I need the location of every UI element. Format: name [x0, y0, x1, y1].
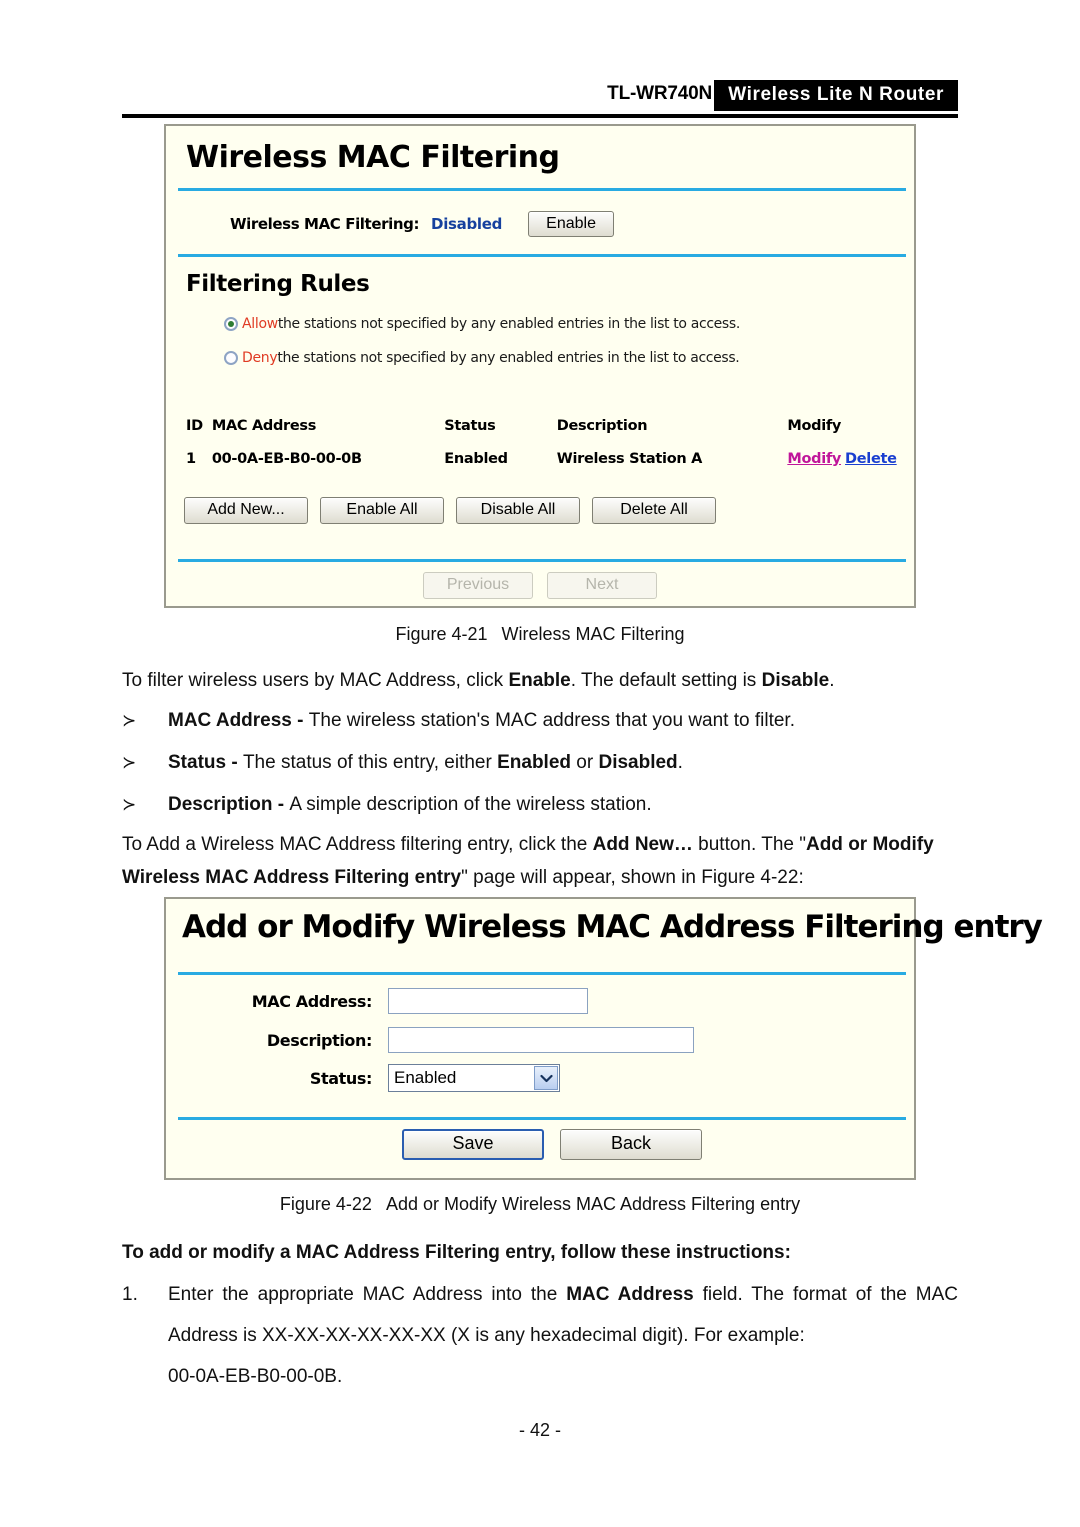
add-or-modify-mac-entry-panel: Add or Modify Wireless MAC Address Filte… [164, 897, 1043, 1180]
status-select-value: Enabled [394, 1068, 457, 1087]
chevron-down-icon[interactable] [534, 1066, 558, 1090]
description-field-row: Description: [166, 1027, 914, 1053]
disable-all-button[interactable]: Disable All [456, 497, 580, 524]
mac-address-input[interactable] [388, 988, 588, 1014]
panel-divider-bottom [178, 1117, 906, 1120]
router-model-label: TL-WR740N [607, 83, 712, 104]
cell-modify-actions: Modify Delete [787, 451, 898, 467]
cell-description: Wireless Station A [556, 451, 703, 467]
instructions-heading: To add or modify a MAC Address Filtering… [122, 1242, 791, 1263]
mac-address-field-row: MAC Address: [166, 988, 914, 1014]
figure-4-22-caption: Figure 4-22 Add or Modify Wireless MAC Ad… [0, 1194, 1080, 1215]
cell-id: 1 [186, 451, 196, 467]
figure-4-21-title: Wireless MAC Filtering [501, 624, 685, 644]
bullet-description: ≻ Description - A simple description of … [122, 784, 958, 825]
panel-divider-middle [178, 254, 906, 257]
figure-4-22-title: Add or Modify Wireless MAC Address Filte… [385, 1194, 801, 1214]
column-header-modify: Modify [787, 418, 842, 434]
filtering-rule-allow-row[interactable]: Allow the stations not specified by any … [224, 316, 740, 332]
previous-button[interactable]: Previous [423, 572, 533, 599]
back-button[interactable]: Back [560, 1129, 702, 1160]
table-header-row: ID MAC Address Status Description Modify [186, 410, 898, 442]
filtering-rule-allow-text: the stations not specified by any enable… [277, 316, 740, 332]
router-product-name-badge: Wireless Lite N Router [714, 80, 958, 111]
table-row: 1 00-0A-EB-B0-00-0B Enabled Wireless Sta… [186, 442, 898, 476]
description-field-label: Description: [266, 1030, 372, 1050]
modify-link[interactable]: Modify [787, 451, 841, 467]
bullet-status: ≻ Status - The status of this entry, eit… [122, 742, 958, 783]
figure-4-21-caption: Figure 4-21 Wireless MAC Filtering [0, 624, 1080, 645]
bullet-marker-icon: ≻ [122, 711, 137, 730]
header-divider-rule [122, 114, 958, 118]
column-header-id: ID [186, 418, 203, 434]
wireless-mac-filtering-status-value: Disabled [431, 215, 503, 233]
bullet-mac-address-text: MAC Address - The wireless station's MAC… [168, 710, 795, 731]
intro-p1-rich: To filter wireless users by MAC Address,… [122, 670, 835, 691]
save-button[interactable]: Save [402, 1129, 544, 1160]
document-running-header: TL-WR740N Wireless Lite N Router [122, 80, 958, 118]
panel-divider-bottom [178, 559, 906, 562]
instruction-step-1: 1. Enter the appropriate MAC Address int… [122, 1274, 958, 1397]
panel-title-wireless-mac-filtering: Wireless MAC Filtering [186, 140, 560, 175]
add-modify-action-buttons: Save Back [166, 1129, 914, 1160]
page-number-footer: - 42 - [518, 1420, 561, 1440]
instruction-step-1-text: Enter the appropriate MAC Address into t… [168, 1284, 958, 1387]
filtering-rule-deny-row[interactable]: Deny the stations not specified by any e… [224, 350, 740, 366]
wireless-mac-filtering-panel: Wireless MAC Filtering Wireless MAC Filt… [164, 124, 916, 608]
panel-divider-top [178, 972, 906, 975]
intro-paragraph-2-line2: Wireless MAC Address Filtering entry" pa… [122, 857, 958, 898]
delete-all-button[interactable]: Delete All [592, 497, 716, 524]
instruction-step-1-number: 1. [122, 1284, 138, 1305]
add-new-button[interactable]: Add New... [184, 497, 308, 524]
enable-button[interactable]: Enable [528, 210, 615, 238]
radio-deny-icon[interactable] [224, 351, 238, 365]
bullet-marker-icon: ≻ [122, 795, 137, 814]
figure-4-21-number: Figure 4-21 [395, 624, 488, 644]
bullet-description-text: Description - A simple description of th… [168, 794, 652, 815]
next-button[interactable]: Next [547, 572, 657, 599]
wireless-mac-filtering-label: Wireless MAC Filtering: [230, 215, 420, 233]
status-field-label: Status: [309, 1068, 373, 1088]
figure-4-22-number: Figure 4-22 [279, 1194, 372, 1214]
description-input[interactable] [388, 1027, 694, 1053]
status-select[interactable]: Enabled [388, 1064, 560, 1092]
column-header-status: Status [444, 418, 496, 434]
column-header-mac-address: MAC Address [211, 418, 317, 434]
panel-title-add-or-modify: Add or Modify Wireless MAC Address Filte… [182, 909, 1043, 945]
panel-divider-top [178, 188, 906, 191]
status-field-row: Status: Enabled [166, 1064, 914, 1092]
cell-mac-address: 00-0A-EB-B0-00-0B [211, 451, 362, 467]
bullet-status-text: Status - The status of this entry, eithe… [168, 752, 683, 773]
intro-p2-line1-rich: To Add a Wireless MAC Address filtering … [122, 834, 934, 855]
intro-paragraph-1: To filter wireless users by MAC Address,… [122, 660, 958, 701]
filtering-rule-allow-keyword: Allow [242, 316, 278, 332]
wireless-mac-filtering-state-row: Wireless MAC Filtering: Disabled Enable [166, 202, 914, 246]
filtering-rules-heading: Filtering Rules [186, 271, 370, 297]
mac-filtering-table: ID MAC Address Status Description Modify… [186, 410, 898, 476]
mac-address-field-label: MAC Address: [251, 991, 373, 1011]
pagination-row: Previous Next [166, 572, 914, 599]
delete-link[interactable]: Delete [845, 451, 897, 467]
filtering-rule-deny-text: the stations not specified by any enable… [277, 350, 740, 366]
document-page: TL-WR740N Wireless Lite N Router Wireles… [0, 0, 1080, 1527]
radio-allow-icon[interactable] [224, 317, 238, 331]
intro-p2-line2-rich: Wireless MAC Address Filtering entry" pa… [122, 867, 804, 888]
enable-all-button[interactable]: Enable All [320, 497, 444, 524]
bullet-marker-icon: ≻ [122, 753, 137, 772]
bullet-mac-address: ≻ MAC Address - The wireless station's M… [122, 700, 958, 741]
filtering-rule-deny-keyword: Deny [242, 350, 278, 366]
column-header-description: Description [556, 418, 648, 434]
cell-status: Enabled [444, 451, 508, 467]
mac-filtering-action-buttons: Add New... Enable All Disable All Delete… [184, 497, 716, 524]
